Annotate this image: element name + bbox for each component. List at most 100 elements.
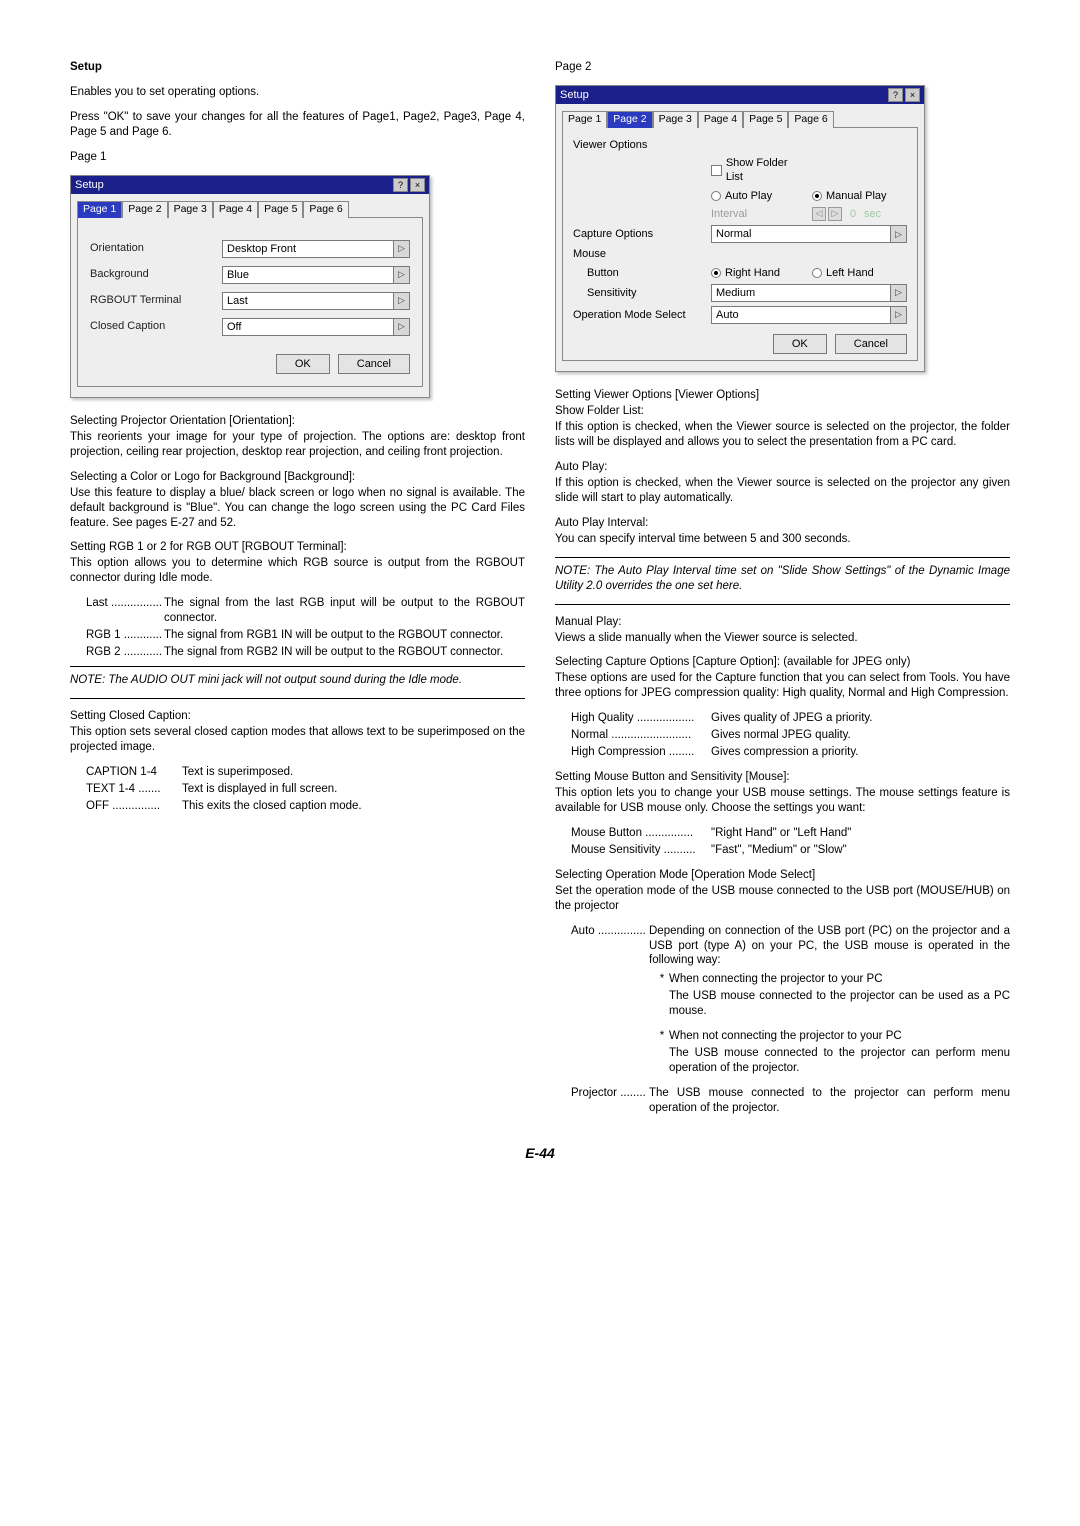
def-term: High Quality .................. — [571, 711, 711, 726]
ok-button[interactable]: OK — [773, 334, 827, 354]
interval-prev-icon[interactable]: ◁ — [812, 207, 826, 221]
caption-select[interactable]: Off ▷ — [222, 318, 410, 336]
def-row: Last ................ The signal from th… — [86, 596, 525, 626]
page2-dialog: Setup ? × Page 1 Page 2 Page 3 Page 4 Pa… — [555, 85, 925, 372]
cancel-button[interactable]: Cancel — [338, 354, 410, 374]
auto-play-radio[interactable]: Auto Play — [711, 189, 806, 203]
capture-select[interactable]: Normal ▷ — [711, 225, 907, 243]
cancel-button[interactable]: Cancel — [835, 334, 907, 354]
help-icon[interactable]: ? — [393, 178, 408, 192]
viewer-title: Setting Viewer Options [Viewer Options] — [555, 388, 1010, 403]
background-value: Blue — [223, 267, 393, 283]
def-def: The signal from the last RGB input will … — [164, 596, 525, 626]
capture-title: Selecting Capture Options [Capture Optio… — [555, 655, 1010, 670]
def-def: Text is superimposed. — [182, 765, 525, 780]
tab-page6[interactable]: Page 6 — [788, 111, 833, 128]
def-term: CAPTION 1-4 — [86, 765, 182, 780]
rgbout-title: Setting RGB 1 or 2 for RGB OUT [RGBOUT T… — [70, 540, 525, 555]
auto-play-title: Auto Play: — [555, 460, 1010, 475]
bullet-icon: * — [655, 1029, 669, 1044]
tab-page3[interactable]: Page 3 — [168, 201, 213, 218]
chevron-right-icon[interactable]: ▷ — [393, 241, 409, 257]
def-def: The signal from RGB2 IN will be output t… — [164, 645, 525, 660]
def-row: TEXT 1-4 ....... Text is displayed in fu… — [86, 782, 525, 797]
tab-page5[interactable]: Page 5 — [258, 201, 303, 218]
manual-play-radio[interactable]: Manual Play — [812, 189, 907, 203]
show-folder-title: Show Folder List: — [555, 404, 1010, 419]
interval-next-icon[interactable]: ▷ — [828, 207, 842, 221]
page1-label: Page 1 — [70, 150, 525, 165]
chevron-right-icon[interactable]: ▷ — [393, 319, 409, 335]
capture-body: These options are used for the Capture f… — [555, 671, 1010, 701]
tab-page1[interactable]: Page 1 — [562, 111, 607, 128]
sensitivity-select[interactable]: Medium ▷ — [711, 284, 907, 302]
def-term: Auto ............... — [571, 924, 649, 969]
caption-value: Off — [223, 319, 393, 335]
chevron-right-icon[interactable]: ▷ — [890, 307, 906, 323]
tab-page2[interactable]: Page 2 — [607, 111, 652, 128]
ok-button[interactable]: OK — [276, 354, 330, 374]
interval-unit: sec — [864, 207, 881, 221]
orientation-label: Orientation — [90, 241, 222, 255]
def-term: TEXT 1-4 ....... — [86, 782, 182, 797]
bullet-icon: * — [655, 972, 669, 987]
def-row: Normal ......................... Gives n… — [571, 728, 1010, 743]
tab-page3[interactable]: Page 3 — [653, 111, 698, 128]
page2-tabstrip: Page 1 Page 2 Page 3 Page 4 Page 5 Page … — [562, 110, 918, 127]
bullet-body: The USB mouse connected to the projector… — [669, 989, 1010, 1019]
tab-page6[interactable]: Page 6 — [303, 201, 348, 218]
background-title: Selecting a Color or Logo for Background… — [70, 470, 525, 485]
def-row: Projector ........ The USB mouse connect… — [571, 1086, 1010, 1116]
def-term: Mouse Button ............... — [571, 826, 711, 841]
orientation-select[interactable]: Desktop Front ▷ — [222, 240, 410, 258]
tab-page4[interactable]: Page 4 — [213, 201, 258, 218]
help-icon[interactable]: ? — [888, 88, 903, 102]
background-select[interactable]: Blue ▷ — [222, 266, 410, 284]
def-row: High Quality .................. Gives qu… — [571, 711, 1010, 726]
rgbout-body: This option allows you to determine whic… — [70, 556, 525, 586]
def-row: RGB 1 ............ The signal from RGB1 … — [86, 628, 525, 643]
rgbout-select[interactable]: Last ▷ — [222, 292, 410, 310]
auto-play-body: If this option is checked, when the View… — [555, 476, 1010, 506]
capture-value: Normal — [712, 226, 890, 242]
close-icon[interactable]: × — [905, 88, 920, 102]
def-term: RGB 1 ............ — [86, 628, 164, 643]
background-label: Background — [90, 267, 222, 281]
tab-page1[interactable]: Page 1 — [77, 201, 122, 218]
opmode-select[interactable]: Auto ▷ — [711, 306, 907, 324]
def-term: Last ................ — [86, 596, 164, 626]
interval-label: Interval — [711, 207, 806, 221]
def-def: Text is displayed in full screen. — [182, 782, 525, 797]
tab-page5[interactable]: Page 5 — [743, 111, 788, 128]
mouse-body: This option lets you to change your USB … — [555, 786, 1010, 816]
orientation-title: Selecting Projector Orientation [Orienta… — [70, 414, 525, 429]
mouse-button-label: Button — [573, 266, 705, 280]
left-hand-label: Left Hand — [826, 266, 874, 280]
caption-body: This option sets several closed caption … — [70, 725, 525, 755]
orientation-body: This reorients your image for your type … — [70, 430, 525, 460]
def-row: CAPTION 1-4 Text is superimposed. — [86, 765, 525, 780]
left-hand-radio[interactable]: Left Hand — [812, 266, 907, 280]
chevron-right-icon[interactable]: ▷ — [393, 267, 409, 283]
tab-page4[interactable]: Page 4 — [698, 111, 743, 128]
def-row: RGB 2 ............ The signal from RGB2 … — [86, 645, 525, 660]
tab-page2[interactable]: Page 2 — [122, 201, 167, 218]
close-icon[interactable]: × — [410, 178, 425, 192]
right-hand-radio[interactable]: Right Hand — [711, 266, 806, 280]
show-folder-body: If this option is checked, when the View… — [555, 420, 1010, 450]
divider — [555, 557, 1010, 558]
def-def: Depending on connection of the USB port … — [649, 924, 1010, 969]
chevron-right-icon[interactable]: ▷ — [890, 226, 906, 242]
bullet-heading: When not connecting the projector to you… — [669, 1029, 1010, 1044]
rgbout-value: Last — [223, 293, 393, 309]
chevron-right-icon[interactable]: ▷ — [890, 285, 906, 301]
sensitivity-label: Sensitivity — [573, 286, 705, 300]
def-term: RGB 2 ............ — [86, 645, 164, 660]
rgbout-label: RGBOUT Terminal — [90, 293, 222, 307]
show-folder-checkbox[interactable]: Show Folder List — [711, 156, 806, 185]
opmode-body: Set the operation mode of the USB mouse … — [555, 884, 1010, 914]
def-def: Gives normal JPEG quality. — [711, 728, 1010, 743]
chevron-right-icon[interactable]: ▷ — [393, 293, 409, 309]
auto-play-int-title: Auto Play Interval: — [555, 516, 1010, 531]
caption-label: Closed Caption — [90, 319, 222, 333]
